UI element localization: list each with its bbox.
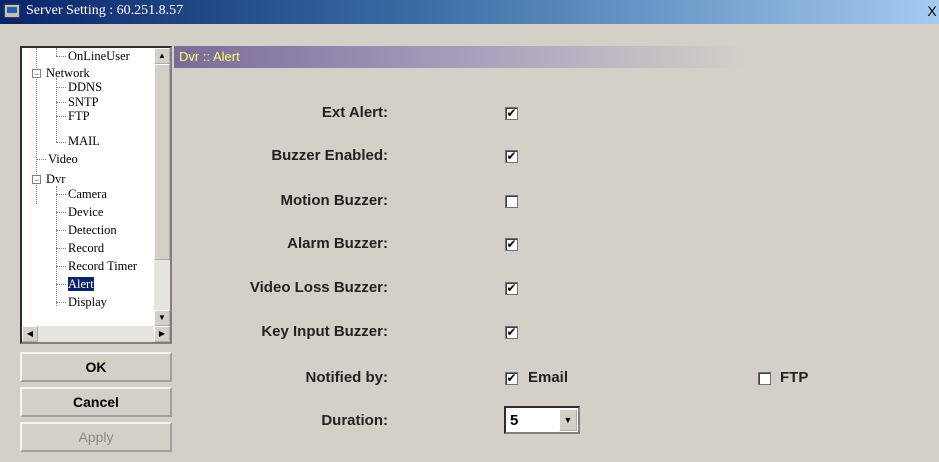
tree-item-mail[interactable]: MAIL bbox=[68, 134, 100, 148]
video-loss-buzzer-checkbox[interactable]: ✔ bbox=[505, 282, 518, 295]
tree-item-detection[interactable]: Detection bbox=[68, 223, 117, 237]
tree-item-network[interactable]: Network bbox=[46, 66, 90, 80]
duration-label: Duration: bbox=[321, 412, 388, 429]
app-icon bbox=[4, 4, 20, 18]
tree-item-ftp[interactable]: FTP bbox=[68, 109, 90, 123]
motion-buzzer-label: Motion Buzzer: bbox=[280, 192, 388, 209]
ftp-checkbox[interactable] bbox=[758, 372, 771, 385]
tree-connector bbox=[56, 284, 66, 285]
tree-item-ddns[interactable]: DDNS bbox=[68, 80, 102, 94]
tree-item-device[interactable]: Device bbox=[68, 205, 103, 219]
dvr-expander-icon[interactable]: − bbox=[32, 175, 41, 185]
tree-item-record[interactable]: Record bbox=[68, 241, 104, 255]
tree-connector bbox=[56, 230, 66, 231]
alarm-buzzer-checkbox[interactable]: ✔ bbox=[505, 238, 518, 251]
tree-item-display[interactable]: Display bbox=[68, 295, 107, 309]
motion-buzzer-checkbox[interactable] bbox=[505, 195, 518, 208]
duration-select[interactable]: 5 ▼ bbox=[504, 406, 580, 434]
tree-connector bbox=[56, 87, 66, 88]
duration-value: 5 bbox=[510, 412, 519, 429]
tree-item-video[interactable]: Video bbox=[48, 152, 78, 166]
buzzer-enabled-checkbox[interactable]: ✔ bbox=[505, 150, 518, 163]
tree-connector bbox=[56, 56, 66, 57]
email-checkbox[interactable]: ✔ bbox=[505, 372, 518, 385]
network-expander-icon[interactable]: − bbox=[32, 69, 41, 79]
dropdown-arrow-icon[interactable]: ▼ bbox=[559, 409, 577, 431]
scroll-left-icon[interactable]: ◀ bbox=[22, 326, 38, 342]
tree-connector bbox=[36, 159, 46, 160]
ext-alert-checkbox[interactable]: ✔ bbox=[505, 107, 518, 120]
tree-connector bbox=[56, 102, 66, 103]
key-input-buzzer-label: Key Input Buzzer: bbox=[261, 323, 388, 340]
tree-connector bbox=[56, 212, 66, 213]
tree-item-record-timer[interactable]: Record Timer bbox=[68, 259, 137, 273]
tree-connector bbox=[56, 116, 66, 117]
tree-connector bbox=[56, 142, 66, 143]
ext-alert-label: Ext Alert: bbox=[321, 104, 388, 121]
video-loss-buzzer-label: Video Loss Buzzer: bbox=[249, 279, 388, 296]
title-bar: Server Setting : 60.251.8.57 X bbox=[0, 0, 939, 24]
close-button[interactable]: X bbox=[925, 2, 939, 20]
tree-connector bbox=[56, 186, 57, 306]
tree-item-sntp[interactable]: SNTP bbox=[68, 95, 99, 109]
notified-by-label: Notified by: bbox=[305, 369, 389, 386]
ftp-label: FTP bbox=[780, 369, 809, 386]
panel-title: Dvr :: Alert bbox=[179, 49, 240, 64]
tree-item-camera[interactable]: Camera bbox=[68, 187, 107, 201]
tree-item-dvr[interactable]: Dvr bbox=[46, 172, 65, 186]
alarm-buzzer-label: Alarm Buzzer: bbox=[287, 235, 388, 252]
panel-header: Dvr :: Alert bbox=[174, 46, 939, 68]
email-label: Email bbox=[528, 369, 569, 386]
buzzer-enabled-label: Buzzer Enabled: bbox=[271, 147, 388, 164]
tree-connector bbox=[56, 248, 66, 249]
tree-connector bbox=[56, 194, 66, 195]
tree-connector bbox=[56, 266, 66, 267]
tree-item-alert[interactable]: Alert bbox=[68, 277, 94, 291]
window-title: Server Setting : 60.251.8.57 bbox=[26, 3, 184, 18]
tree-connector bbox=[56, 302, 66, 303]
scroll-up-icon[interactable]: ▲ bbox=[154, 48, 170, 64]
key-input-buzzer-checkbox[interactable]: ✔ bbox=[505, 326, 518, 339]
tree-connector bbox=[56, 48, 57, 56]
tree-item-onlineuser[interactable]: OnLineUser bbox=[68, 49, 130, 63]
